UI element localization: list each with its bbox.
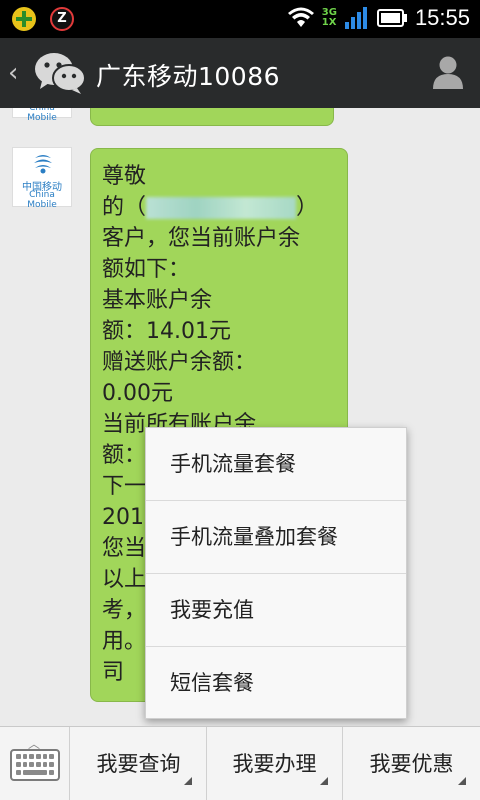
- wechat-logo-icon[interactable]: [34, 51, 86, 95]
- previous-message-bubble[interactable]: [90, 108, 334, 126]
- network-type-indicator: 3G 1X: [321, 7, 337, 28]
- contact-profile-icon[interactable]: [432, 55, 464, 89]
- menu-tab-query[interactable]: 我要查询: [71, 727, 207, 800]
- alarm-icon: Z: [50, 7, 74, 31]
- menu-item-data-plan[interactable]: 手机流量套餐: [146, 428, 406, 501]
- status-bar: Z 3G 1X 15:55: [0, 0, 480, 38]
- menu-item-data-addon-plan[interactable]: 手机流量叠加套餐: [146, 501, 406, 574]
- menu-item-recharge[interactable]: 我要充值: [146, 574, 406, 647]
- keyboard-icon: [10, 749, 60, 781]
- back-chevron-icon[interactable]: ‹: [8, 58, 18, 88]
- menu-item-sms-plan[interactable]: 短信套餐: [146, 647, 406, 720]
- clock: 15:55: [414, 5, 470, 30]
- avatar[interactable]: China Mobile: [12, 108, 72, 123]
- status-indicators: 3G 1X 15:55: [287, 5, 470, 31]
- status-notifications: Z: [12, 7, 74, 31]
- signal-icon: [344, 7, 367, 29]
- bottom-menu-bar: ︿ 我要查询 我要办理 我要优惠: [0, 726, 480, 800]
- redacted-phone-number: [146, 197, 297, 219]
- chat-title: 广东移动10086: [96, 62, 281, 91]
- menu-tab-service[interactable]: 我要办理: [207, 727, 343, 800]
- submenu-indicator-icon: [184, 777, 192, 785]
- submenu-indicator-icon: [458, 777, 466, 785]
- wifi-icon: [287, 7, 314, 27]
- app-notification-icon: [12, 7, 36, 31]
- keyboard-toggle-button[interactable]: ︿: [0, 727, 70, 800]
- title-bar: ‹ 广东移动10086: [0, 38, 480, 108]
- menu-tab-offers[interactable]: 我要优惠: [343, 727, 480, 800]
- submenu-indicator-icon: [320, 777, 328, 785]
- china-mobile-logo-icon: [34, 155, 52, 174]
- avatar[interactable]: 中国移动 China Mobile: [12, 147, 72, 210]
- battery-icon: [376, 9, 407, 27]
- submenu-popup: 手机流量套餐 手机流量叠加套餐 我要充值 短信套餐: [145, 427, 407, 719]
